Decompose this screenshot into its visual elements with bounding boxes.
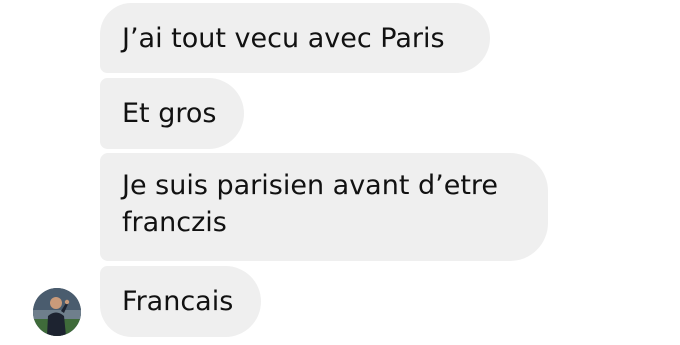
message-bubble[interactable]: J’ai tout vecu avec Paris — [100, 3, 490, 73]
message-text: Et gros — [122, 98, 217, 129]
message-bubble[interactable]: Et gros — [100, 78, 244, 149]
message-bubble[interactable]: Francais — [100, 266, 261, 337]
message-text-line: franczis — [122, 207, 227, 238]
message-text: Francais — [122, 286, 234, 317]
message-bubble[interactable]: Je suis parisien avant d’etre franczis — [100, 153, 548, 261]
message-text: J’ai tout vecu avec Paris — [122, 22, 445, 54]
profile-photo-icon[interactable] — [33, 288, 81, 336]
message-text-line: Je suis parisien avant d’etre — [122, 170, 499, 201]
avatar-image — [33, 288, 81, 336]
